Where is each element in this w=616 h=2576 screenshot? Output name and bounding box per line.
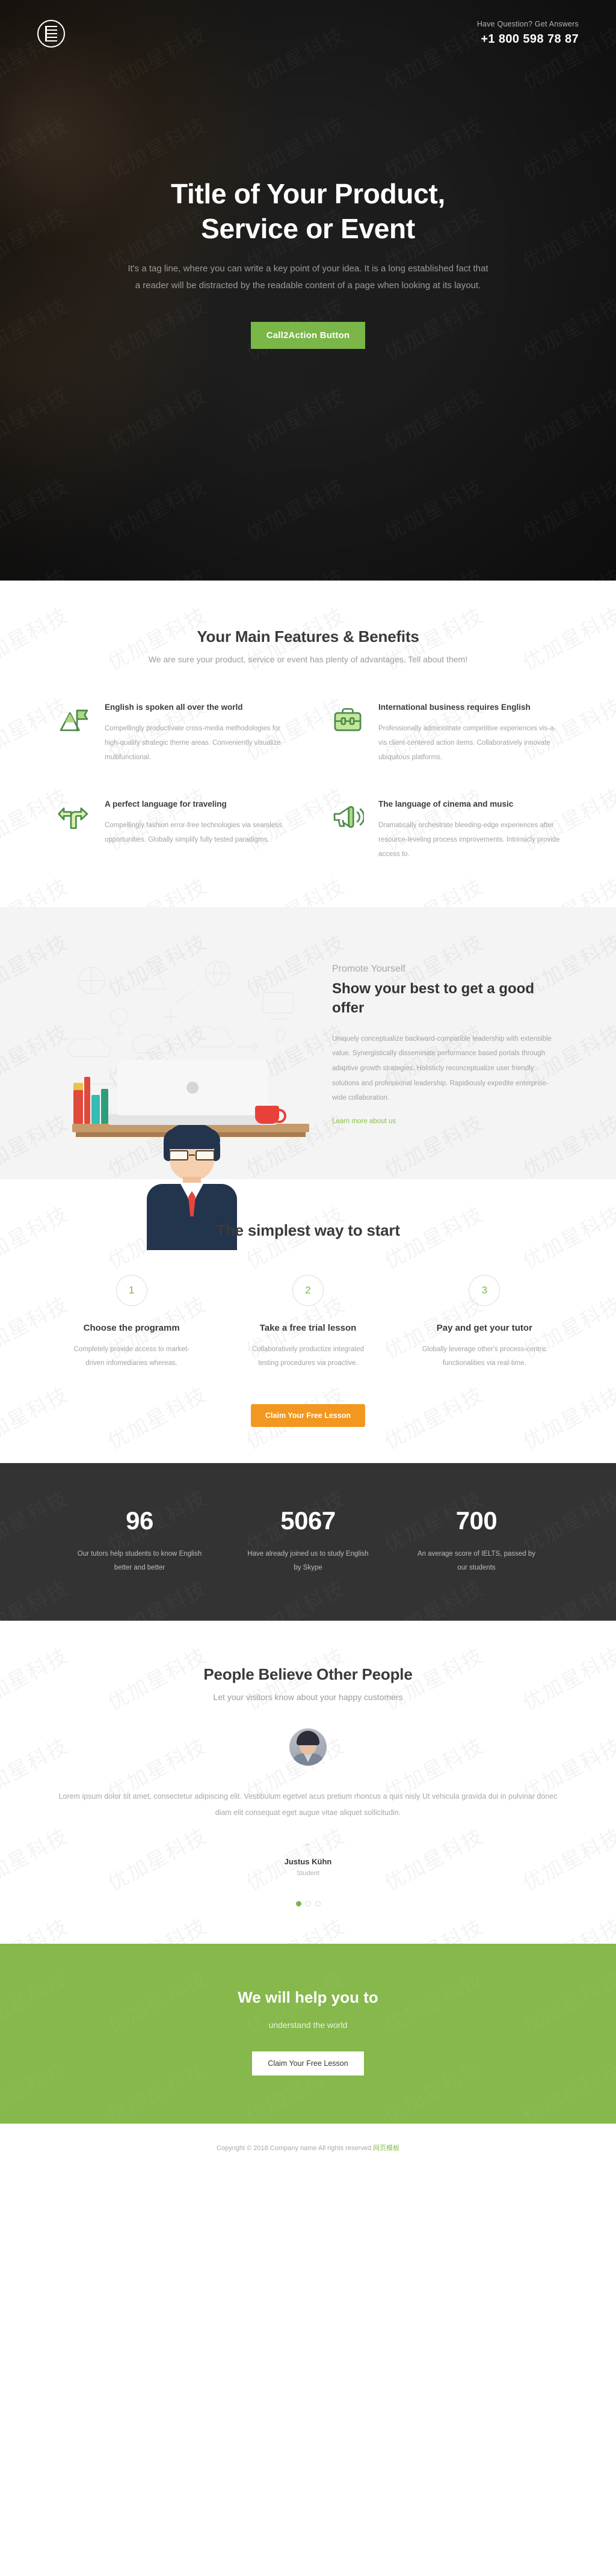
stat-label: An average score of IELTS, passed by our…: [417, 1550, 536, 1571]
promote-text: Uniquely conceptualize backward-compatib…: [332, 1035, 552, 1102]
feature-text: Professionally administrate competitive …: [378, 724, 556, 761]
step-item: 2 Take a free trial lesson Collaborative…: [232, 1274, 384, 1370]
carousel-dots: [55, 1900, 561, 1906]
testimonials-subtitle: Let your visitors know about your happy …: [213, 1692, 403, 1702]
step-text: Globally leverage other's process-centri…: [422, 1345, 547, 1367]
customer-avatar: [289, 1728, 327, 1766]
step-title: Choose the programm: [83, 1322, 180, 1333]
hero-content: Title of Your Product, Service or Event …: [0, 48, 616, 349]
step-number-badge: 2: [292, 1274, 324, 1306]
feature-text: Dramatically orchestrate bleeding-edge e…: [378, 821, 560, 858]
stat-number: 96: [126, 1506, 153, 1535]
direction-arrows-icon: [55, 798, 93, 836]
step-item: 3 Pay and get your tutor Globally levera…: [408, 1274, 561, 1370]
promote-title: Show your best to get a good offer: [332, 980, 534, 1017]
cta-section: 优加星科技优加星科技优加星科技优加星科技优加星科技优加星科技优加星科技优加星科技…: [0, 1943, 616, 2124]
copyright-label: Copyright © 2018.Company name All rights…: [216, 2144, 373, 2152]
step-item: 1 Choose the programm Completely provide…: [55, 1274, 208, 1370]
feature-title: International business requires English: [378, 703, 531, 712]
testimonials-title: People Believe Other People: [203, 1665, 413, 1683]
stat-number: 700: [455, 1506, 497, 1535]
claim-free-lesson-button[interactable]: Claim Your Free Lesson: [251, 1404, 365, 1427]
cta-title: We will help you to: [238, 1988, 378, 2006]
businessman-at-laptop-illustration: [55, 944, 314, 1250]
promote-eyebrow: Promote Yourself: [332, 963, 405, 974]
stats-grid: 96 Our tutors help students to know Engl…: [55, 1506, 561, 1575]
feature-item: English is spoken all over the world Com…: [55, 701, 287, 765]
features-subtitle: We are sure your product, service or eve…: [148, 655, 468, 664]
features-title: Your Main Features & Benefits: [197, 627, 419, 646]
template-link[interactable]: 网页模板: [373, 2145, 399, 2152]
megaphone-icon: [329, 798, 366, 836]
testimonial-role: Student: [297, 1869, 319, 1877]
carousel-dot-1[interactable]: [295, 1900, 301, 1906]
carousel-dot-2[interactable]: [305, 1900, 311, 1906]
mountain-flag-icon: [55, 701, 93, 739]
copyright-text: Copyright © 2018.Company name All rights…: [0, 2143, 616, 2152]
page-root: 优加星科技优加星科技优加星科技优加星科技优加星科技优加星科技优加星科技优加星科技…: [0, 0, 616, 2173]
feature-item: The language of cinema and music Dramati…: [329, 798, 561, 861]
contact-block: Have Question? Get Answers +1 800 598 78…: [477, 20, 579, 47]
top-bar: Have Question? Get Answers +1 800 598 78…: [37, 0, 579, 48]
testimonial-dash: –: [306, 1839, 310, 1849]
step-title: Take a free trial lesson: [259, 1322, 357, 1333]
feature-title: English is spoken all over the world: [105, 703, 243, 712]
testimonial-author: Justus Kühn: [284, 1857, 332, 1866]
stat-item: 5067 Have already joined us to study Eng…: [224, 1506, 392, 1575]
hero-title-line-2: Service or Event: [201, 212, 415, 244]
stat-label: Our tutors help students to know English…: [77, 1550, 202, 1571]
hero-title: Title of Your Product, Service or Event: [0, 177, 616, 246]
hero-section: 优加星科技优加星科技优加星科技优加星科技优加星科技优加星科技优加星科技优加星科技…: [0, 0, 616, 581]
logo-monogram-icon[interactable]: [37, 20, 65, 48]
feature-text: Compellingly fashion error-free technolo…: [105, 821, 282, 843]
feature-title: The language of cinema and music: [378, 799, 514, 809]
footer: Copyright © 2018.Company name All rights…: [0, 2123, 616, 2173]
stat-label: Have already joined us to study English …: [247, 1550, 369, 1571]
features-section: 优加星科技 优加星科技 优加星科技 优加星科技 优加星科技 优加星科技 优加星科技 优加星科技…: [0, 581, 616, 907]
step-text: Collaboratively productize integrated te…: [251, 1345, 364, 1367]
stat-item: 96 Our tutors help students to know Engl…: [55, 1506, 224, 1575]
step-text: Completely provide access to market-driv…: [73, 1345, 189, 1367]
learn-more-link[interactable]: Learn more about us: [332, 1118, 396, 1125]
coffee-cup: [255, 1105, 286, 1124]
hero-cta-button[interactable]: Call2Action Button: [250, 321, 366, 349]
briefcase-icon: [329, 701, 366, 739]
contact-phone[interactable]: +1 800 598 78 87: [477, 32, 579, 47]
steps-section: 优加星科技 优加星科技 优加星科技 优加星科技 优加星科技 优加星科技 优加星科技 优加星科技…: [0, 1179, 616, 1463]
step-title: Pay and get your tutor: [436, 1322, 532, 1333]
contact-question: Have Question? Get Answers: [476, 20, 579, 28]
step-number-badge: 3: [469, 1274, 500, 1306]
feature-item: A perfect language for traveling Compell…: [55, 798, 287, 861]
steps-title: The simplest way to start: [216, 1221, 400, 1239]
promote-section: 优加星科技 优加星科技 优加星科技 优加星科技 优加星科技 优加星科技 优加星科技 优加星科技…: [0, 907, 616, 1250]
testimonials-section: 优加星科技 优加星科技 优加星科技 优加星科技 优加星科技 优加星科技 优加星科技 优加星科技…: [0, 1620, 616, 1944]
cta-claim-button[interactable]: Claim Your Free Lesson: [252, 2051, 364, 2075]
laptop: [117, 1059, 268, 1115]
feature-item: International business requires English …: [329, 701, 561, 765]
step-number-badge: 1: [116, 1274, 147, 1306]
feature-text: Compellingly productivate cross-media me…: [105, 724, 281, 761]
stats-section: 优加星科技优加星科技优加星科技优加星科技优加星科技优加星科技优加星科技优加星科技…: [0, 1462, 616, 1621]
features-grid: English is spoken all over the world Com…: [55, 701, 561, 861]
feature-title: A perfect language for traveling: [105, 799, 227, 809]
hero-title-line-1: Title of Your Product,: [171, 178, 445, 209]
carousel-dot-3[interactable]: [315, 1900, 321, 1906]
testimonial-quote: Lorem ipsum dolor sit amet, consectetur …: [58, 1792, 558, 1817]
steps-grid: 1 Choose the programm Completely provide…: [55, 1274, 561, 1370]
stat-item: 700 An average score of IELTS, passed by…: [392, 1506, 561, 1575]
stat-number: 5067: [280, 1506, 336, 1535]
cta-subtitle: understand the world: [268, 2020, 348, 2030]
hero-subtitle: It's a tag line, where you can write a k…: [128, 263, 488, 291]
